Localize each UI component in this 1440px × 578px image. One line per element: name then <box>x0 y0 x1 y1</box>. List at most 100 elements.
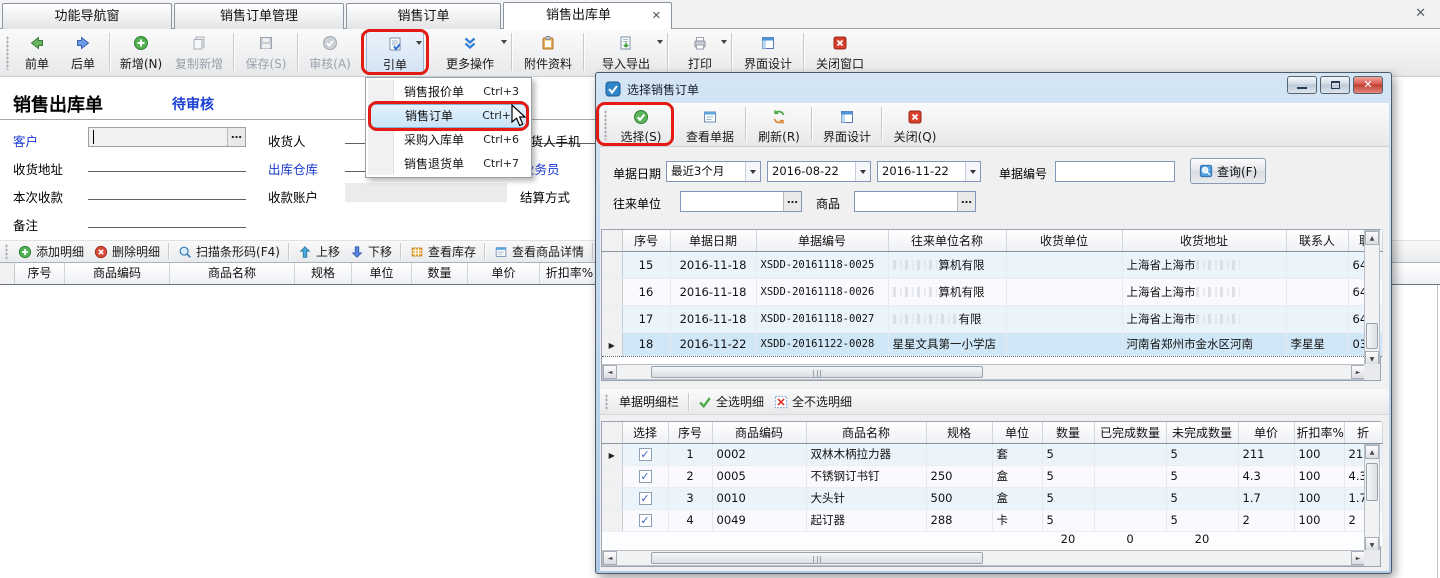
column-header[interactable]: 折扣率% <box>1294 422 1344 443</box>
refresh-button[interactable]: 刷新(R) <box>750 105 808 145</box>
pull-order-button[interactable]: 引单 <box>366 31 424 75</box>
column-header[interactable]: 联系人 <box>1286 230 1348 251</box>
scroll-up-button[interactable]: ▲ <box>1365 445 1379 459</box>
date-from-select[interactable]: 2016-08-22 <box>767 161 871 182</box>
column-header[interactable]: 单位 <box>992 422 1042 443</box>
warehouse-label[interactable]: 出库仓库 <box>268 159 318 178</box>
ellips is-button[interactable]: … <box>783 192 801 211</box>
scrollbar-thumb[interactable] <box>1366 323 1378 349</box>
column-header[interactable]: 单价 <box>1238 422 1294 443</box>
toolbar-grip[interactable] <box>604 110 607 140</box>
column-header[interactable]: 选择 <box>622 422 668 443</box>
scroll-left-button[interactable]: ◄ <box>603 551 617 565</box>
order-row[interactable]: 16 2016-11-18 XSDD-20161118-0026 算机有限 上海… <box>602 278 1382 305</box>
column-header[interactable]: 数量 <box>412 263 468 284</box>
import-export-button[interactable]: 导入导出 <box>588 31 664 75</box>
close-window-button[interactable]: 关闭窗口 <box>808 31 872 75</box>
column-header[interactable]: 未完成数量 <box>1166 422 1238 443</box>
column-header[interactable]: 数量 <box>1042 422 1094 443</box>
column-header[interactable]: 商品名称 <box>170 263 295 284</box>
column-header[interactable]: 序号 <box>15 263 65 284</box>
column-header[interactable]: 折扣率% <box>540 263 600 284</box>
toolbar-grip[interactable] <box>5 244 8 259</box>
view-doc-button[interactable]: 查看单据 <box>678 105 742 145</box>
ui-design-button[interactable]: 界面设计 <box>736 31 800 75</box>
vertical-scrollbar[interactable]: ▲ ▼ <box>1364 444 1380 552</box>
horizontal-scrollbar[interactable]: ◄ ► <box>602 550 1366 566</box>
column-header[interactable]: 单价 <box>468 263 540 284</box>
scan-barcode-button[interactable]: 扫描条形码(F4) <box>178 243 280 260</box>
minimize-button[interactable] <box>1287 76 1317 94</box>
chevron-down-icon[interactable] <box>965 162 980 181</box>
column-header[interactable]: 单据编号 <box>756 230 888 251</box>
tabbar-close-icon[interactable]: ✕ <box>1415 6 1426 21</box>
column-header[interactable]: 序号 <box>668 422 712 443</box>
order-row[interactable]: 15 2016-11-18 XSDD-20161118-0025 算机有限 上海… <box>602 251 1382 278</box>
horizontal-scrollbar[interactable]: ◄ ► <box>602 364 1366 380</box>
column-header[interactable]: 往来单位名称 <box>888 230 1006 251</box>
move-down-button[interactable]: 下移 <box>350 243 392 260</box>
scroll-up-button[interactable]: ▲ <box>1365 231 1379 245</box>
menu-item-sales-order[interactable]: 销售订单 Ctrl+1 <box>368 104 529 128</box>
more-actions-button[interactable]: 更多操作 <box>432 31 508 75</box>
detail-row[interactable]: ▶ ✓ 1 0002 双林木柄拉力器 套 5 5 211 100 211 <box>602 443 1382 465</box>
doc-no-input[interactable] <box>1055 161 1175 182</box>
column-header[interactable]: 单位 <box>352 263 412 284</box>
scroll-right-button[interactable]: ► <box>1351 365 1365 379</box>
query-button[interactable]: 查询(F) <box>1190 158 1266 184</box>
order-row[interactable]: 17 2016-11-18 XSDD-20161118-0027 有限 上海省上… <box>602 305 1382 332</box>
column-header[interactable]: 收货单位 <box>1006 230 1122 251</box>
dialog-ui-design-button[interactable]: 界面设计 <box>816 105 878 145</box>
select-button[interactable]: 选择(S) <box>612 105 670 145</box>
print-button[interactable]: 打印 <box>672 31 728 75</box>
ellipsis-button[interactable]: … <box>227 128 245 146</box>
move-up-button[interactable]: 上移 <box>298 243 340 260</box>
column-header[interactable]: 已完成数量 <box>1094 422 1166 443</box>
remark-input[interactable] <box>88 211 246 228</box>
scroll-down-button[interactable]: ▼ <box>1365 351 1379 365</box>
tab-sales-outbound[interactable]: 销售出库单 ✕ <box>503 2 672 29</box>
column-header[interactable]: 商品名称 <box>806 422 926 443</box>
view-stock-button[interactable]: 查看库存 <box>410 243 476 260</box>
column-header[interactable]: 规格 <box>295 263 352 284</box>
toolbar-grip[interactable] <box>6 36 9 70</box>
customer-input[interactable]: … <box>88 127 246 147</box>
chevron-down-icon[interactable] <box>745 162 760 181</box>
new-button[interactable]: 新增(N) <box>114 31 168 75</box>
row-checkbox[interactable]: ✓ <box>639 492 652 505</box>
dialog-close-q-button[interactable]: 关闭(Q) <box>886 105 944 145</box>
next-doc-button[interactable]: 后单 <box>60 31 106 75</box>
prev-doc-button[interactable]: 前单 <box>14 31 60 75</box>
column-header[interactable]: 规格 <box>926 422 992 443</box>
product-input[interactable]: … <box>854 191 976 212</box>
column-header[interactable]: 收货地址 <box>1122 230 1286 251</box>
tab-sales-order[interactable]: 销售订单 <box>346 3 501 29</box>
tab-sales-order-mgmt[interactable]: 销售订单管理 <box>174 3 344 29</box>
row-checkbox[interactable]: ✓ <box>639 470 652 483</box>
detail-row[interactable]: ✓ 2 0005 不锈钢订书钉 250 盒 5 5 4.3 100 4.3 <box>602 465 1382 487</box>
detail-row[interactable]: ✓ 4 0049 起订器 288 卡 5 5 2 100 2 <box>602 509 1382 531</box>
column-header[interactable]: 单据日期 <box>670 230 756 251</box>
scroll-down-button[interactable]: ▼ <box>1365 537 1379 551</box>
maximize-button[interactable] <box>1320 76 1350 94</box>
customer-label[interactable]: 客户 <box>13 131 38 150</box>
column-header[interactable]: 序号 <box>622 230 670 251</box>
menu-item-sales-quote[interactable]: 销售报价单 Ctrl+3 <box>368 80 529 104</box>
payment-input[interactable] <box>88 183 246 200</box>
menu-item-sales-return[interactable]: 销售退货单 Ctrl+7 <box>368 152 529 176</box>
audit-button[interactable]: 审核(A) <box>302 31 358 75</box>
scroll-left-button[interactable]: ◄ <box>603 365 617 379</box>
scrollbar-thumb[interactable] <box>651 552 983 564</box>
toolbar-grip[interactable] <box>605 394 608 410</box>
add-detail-button[interactable]: 添加明细 <box>18 243 84 260</box>
column-header[interactable]: 商品编码 <box>712 422 806 443</box>
account-input[interactable] <box>345 183 507 202</box>
vertical-scrollbar[interactable]: ▲ ▼ <box>1364 230 1380 366</box>
select-all-details-button[interactable]: 全选明细 <box>698 393 764 410</box>
dialog-close-button[interactable]: ✕ <box>1353 76 1383 94</box>
row-checkbox[interactable]: ✓ <box>639 514 652 527</box>
scroll-right-button[interactable]: ► <box>1351 551 1365 565</box>
menu-item-purchase-inbound[interactable]: 采购入库单 Ctrl+6 <box>368 128 529 152</box>
deselect-all-details-button[interactable]: 全不选明细 <box>774 393 852 410</box>
order-row-selected[interactable]: ▶ 18 2016-11-22 XSDD-20161122-0028 星星文具第… <box>602 332 1382 356</box>
